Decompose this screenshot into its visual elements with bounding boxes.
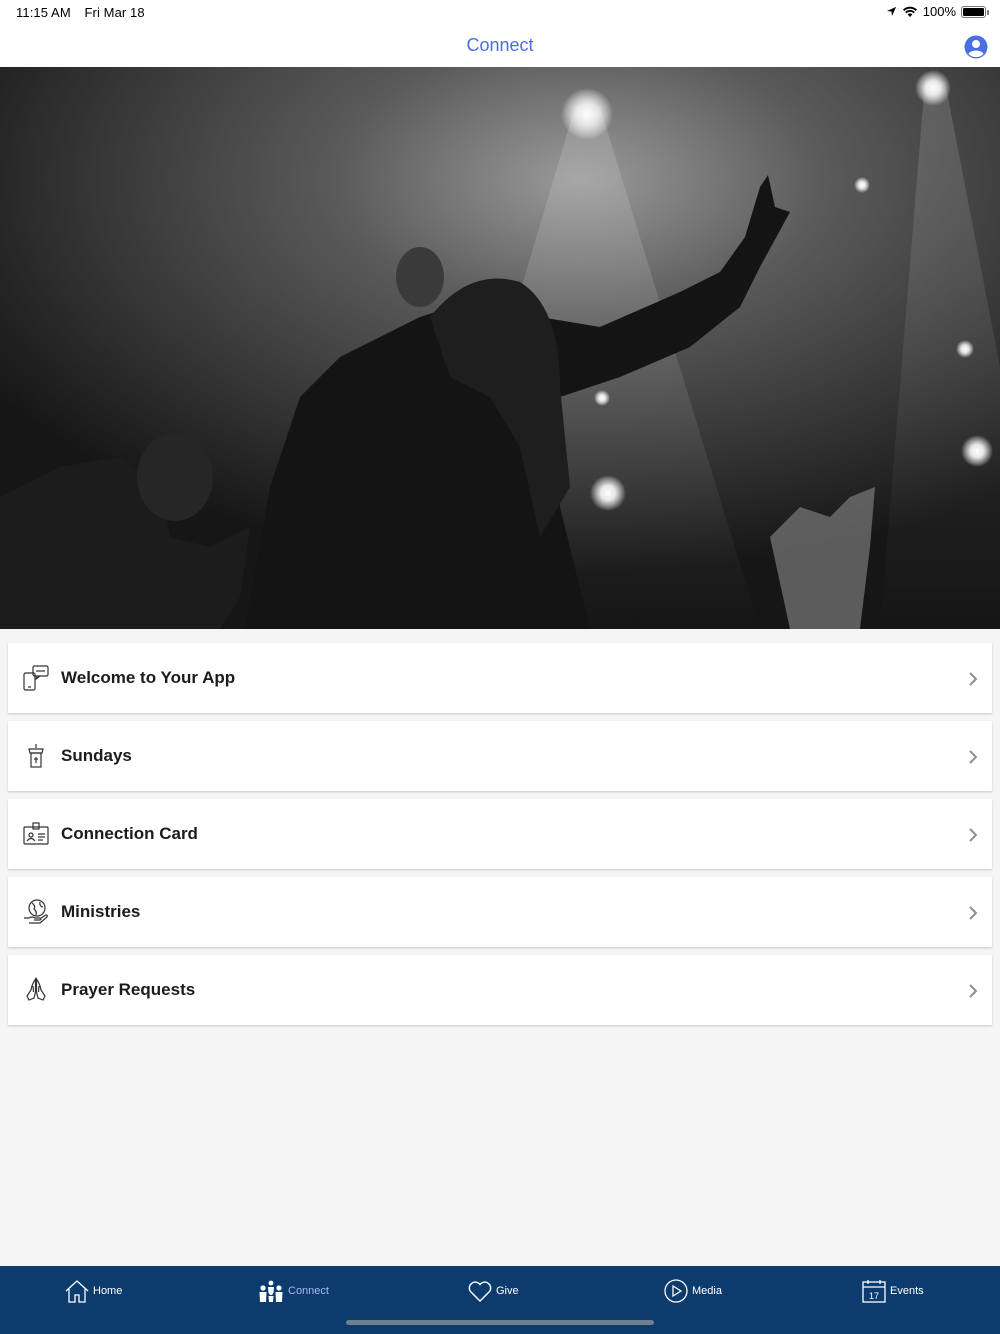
tab-label: Events bbox=[890, 1285, 924, 1297]
tab-media[interactable]: Media bbox=[663, 1276, 722, 1306]
list-item-label: Ministries bbox=[61, 902, 141, 921]
calendar-icon: 17 bbox=[862, 1280, 886, 1303]
wifi-icon bbox=[902, 6, 917, 17]
status-time: 11:15 AM bbox=[16, 5, 71, 20]
tab-label: Media bbox=[692, 1285, 722, 1297]
connect-menu-list: Welcome to Your App Sundays Connection C… bbox=[8, 643, 992, 1033]
user-circle-icon[interactable] bbox=[964, 35, 988, 59]
list-item-sundays[interactable]: Sundays bbox=[8, 721, 992, 791]
chevron-right-icon bbox=[969, 672, 978, 686]
page-title: Connect bbox=[466, 35, 534, 55]
list-item-welcome[interactable]: Welcome to Your App bbox=[8, 643, 992, 713]
chevron-right-icon bbox=[969, 984, 978, 998]
home-icon bbox=[65, 1280, 89, 1303]
tab-connect[interactable]: Connect bbox=[257, 1276, 329, 1306]
list-item-label: Sundays bbox=[61, 746, 132, 765]
worship-photo bbox=[0, 67, 1000, 629]
tab-give[interactable]: Give bbox=[467, 1276, 519, 1306]
status-time-date: 11:15 AM Fri Mar 18 bbox=[16, 5, 155, 20]
chevron-right-icon bbox=[969, 750, 978, 764]
battery-icon bbox=[961, 5, 989, 18]
id-card-icon bbox=[23, 822, 49, 845]
list-item-label: Connection Card bbox=[61, 824, 198, 843]
play-circle-icon bbox=[664, 1279, 688, 1303]
heart-icon bbox=[468, 1281, 492, 1302]
status-bar: 11:15 AM Fri Mar 18 100% bbox=[0, 0, 1000, 24]
location-arrow-icon bbox=[886, 6, 896, 17]
list-item-label: Prayer Requests bbox=[61, 980, 196, 999]
list-item-prayer-requests[interactable]: Prayer Requests bbox=[8, 955, 992, 1025]
home-indicator[interactable] bbox=[346, 1320, 654, 1325]
calendar-day: 17 bbox=[869, 1291, 879, 1301]
list-item-ministries[interactable]: Ministries bbox=[8, 877, 992, 947]
chevron-right-icon bbox=[969, 906, 978, 920]
people-icon bbox=[259, 1280, 283, 1302]
chevron-right-icon bbox=[969, 828, 978, 842]
tab-events[interactable]: 17 Events bbox=[861, 1276, 924, 1306]
status-date: Fri Mar 18 bbox=[84, 5, 145, 20]
globe-hand-icon bbox=[24, 899, 48, 924]
tab-label: Give bbox=[496, 1285, 519, 1297]
tab-home[interactable]: Home bbox=[64, 1276, 122, 1306]
hero-image bbox=[0, 67, 1000, 629]
list-item-label: Welcome to Your App bbox=[61, 668, 236, 687]
pulpit-icon bbox=[28, 744, 44, 768]
phone-chat-icon bbox=[23, 665, 49, 691]
list-item-connection-card[interactable]: Connection Card bbox=[8, 799, 992, 869]
nav-bar: Connect bbox=[0, 24, 1000, 67]
tab-label: Connect bbox=[288, 1285, 329, 1297]
status-indicators: 100% bbox=[886, 4, 989, 19]
battery-percent: 100% bbox=[922, 4, 956, 19]
praying-hands-icon bbox=[26, 977, 46, 1001]
tab-label: Home bbox=[93, 1285, 123, 1297]
